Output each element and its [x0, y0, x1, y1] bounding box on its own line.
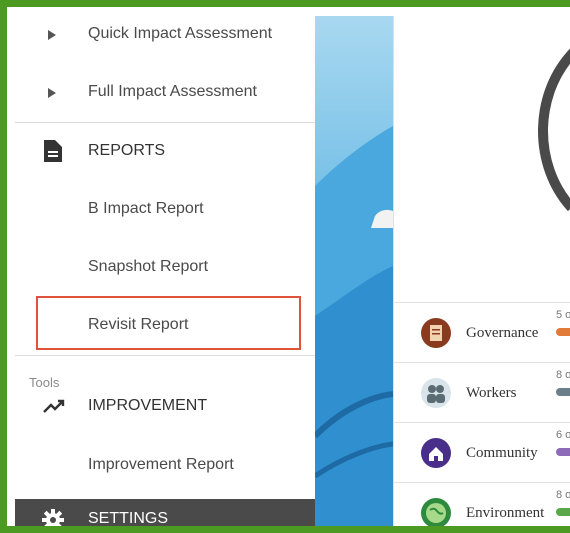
gear-icon	[42, 509, 64, 526]
governance-icon	[421, 318, 451, 348]
impact-area-name: Workers	[466, 385, 517, 401]
impact-area-bar	[556, 328, 570, 336]
trending-up-icon	[43, 399, 65, 413]
impact-row-environment[interactable]: Environment 8 of	[394, 482, 570, 526]
impact-row-workers[interactable]: Workers 8 of	[394, 362, 570, 423]
impact-area-score: 6 of	[556, 429, 570, 441]
divider	[15, 122, 315, 123]
impact-row-governance[interactable]: Governance 5 of	[394, 302, 570, 363]
impact-area-name: Environment	[466, 505, 545, 521]
sidebar-item-b-impact-report[interactable]: B Impact Report	[15, 200, 315, 230]
background-image	[315, 16, 393, 526]
impact-area-score: 5 of	[556, 309, 570, 321]
settings-label: SETTINGS	[88, 510, 169, 527]
impact-row-community[interactable]: Community 6 of	[394, 422, 570, 483]
sidebar-item-label: B Impact Report	[88, 200, 204, 217]
score-ring	[538, 21, 570, 241]
sidebar-item-label: Snapshot Report	[88, 258, 209, 275]
expand-triangle-icon	[48, 88, 56, 98]
divider	[15, 355, 315, 356]
sidebar-item-full-impact-assessment[interactable]: Full Impact Assessment	[15, 83, 315, 117]
sidebar-item-settings[interactable]: SETTINGS	[15, 499, 315, 527]
sidebar-section-reports[interactable]: REPORTS	[15, 140, 315, 172]
impact-panel: Governance 5 of Workers 8 of Community 6…	[393, 16, 570, 526]
app-frame: Quick Impact Assessment Full Impact Asse…	[0, 0, 570, 533]
workers-icon	[421, 378, 451, 408]
sidebar-section-improvement[interactable]: IMPROVEMENT	[15, 397, 315, 427]
community-icon	[421, 438, 451, 468]
sidebar-item-label: Quick Impact Assessment	[88, 25, 273, 42]
sidebar-item-improvement-report[interactable]: Improvement Report	[15, 456, 315, 486]
sidebar-item-quick-impact-assessment[interactable]: Quick Impact Assessment	[15, 25, 315, 59]
sidebar-item-label: Full Impact Assessment	[88, 83, 257, 100]
section-heading-reports: REPORTS	[88, 142, 166, 159]
sidebar-item-snapshot-report[interactable]: Snapshot Report	[15, 258, 315, 288]
sidebar-item-label: Revisit Report	[88, 316, 189, 333]
tools-label: Tools	[29, 375, 60, 390]
impact-area-name: Governance	[466, 325, 539, 341]
sidebar-item-label: Improvement Report	[88, 456, 234, 473]
impact-area-name: Community	[466, 445, 538, 461]
impact-area-bar	[556, 388, 570, 396]
sidebar-item-revisit-report[interactable]: Revisit Report	[15, 316, 315, 346]
expand-triangle-icon	[48, 30, 56, 40]
document-icon	[44, 140, 62, 162]
impact-area-bar	[556, 448, 570, 456]
impact-area-bar	[556, 508, 570, 516]
environment-icon	[421, 498, 451, 526]
section-heading-improvement: IMPROVEMENT	[88, 397, 208, 414]
impact-area-score: 8 of	[556, 369, 570, 381]
sidebar: Quick Impact Assessment Full Impact Asse…	[15, 16, 315, 527]
impact-area-score: 8 of	[556, 489, 570, 501]
